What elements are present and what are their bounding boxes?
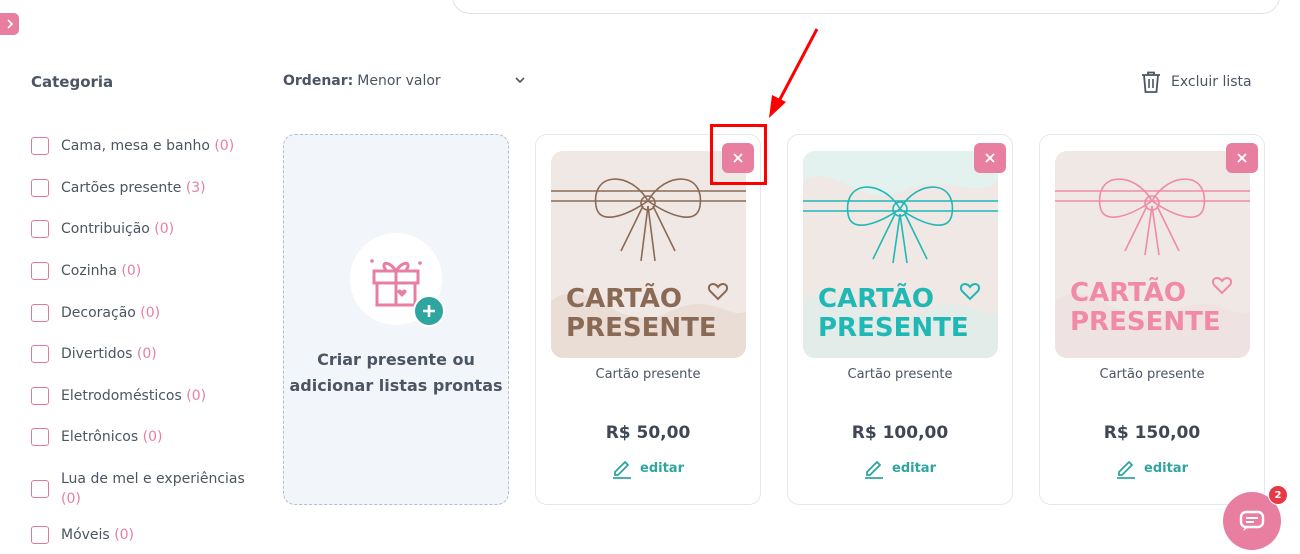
category-label: Móveis xyxy=(61,527,110,543)
category-checkbox[interactable] xyxy=(31,480,49,498)
edit-label: editar xyxy=(1144,460,1188,476)
category-item[interactable]: Contribuição (0) xyxy=(31,219,174,239)
product-price: R$ 150,00 xyxy=(1103,423,1201,443)
category-checkbox[interactable] xyxy=(31,179,49,197)
category-item[interactable]: Eletrodomésticos (0) xyxy=(31,386,206,406)
category-count: (0) xyxy=(136,346,157,362)
category-checkbox[interactable] xyxy=(31,526,49,544)
category-title: Categoria xyxy=(31,73,114,91)
remove-product-button[interactable] xyxy=(974,143,1006,173)
category-count: (0) xyxy=(114,527,135,543)
category-label: Decoração xyxy=(61,305,136,321)
category-checkbox[interactable] xyxy=(31,137,49,155)
expand-sidebar-button[interactable] xyxy=(0,13,19,35)
category-count: (3) xyxy=(185,180,206,196)
category-count: (0) xyxy=(121,263,142,279)
card-image-line1: CARTÃO xyxy=(566,282,682,314)
category-count: (0) xyxy=(186,388,207,404)
category-checkbox[interactable] xyxy=(31,304,49,322)
delete-list-label: Excluir lista xyxy=(1171,74,1252,90)
product-card[interactable]: CARTÃO PRESENTE Cartão presente R$ 100,0… xyxy=(787,134,1013,505)
category-item[interactable]: Decoração (0) xyxy=(31,303,160,323)
create-gift-label: Criar presente ou adicionar listas pront… xyxy=(289,350,503,395)
sort-label: Ordenar: xyxy=(283,73,354,89)
category-count: (0) xyxy=(142,429,163,445)
chevron-down-icon[interactable] xyxy=(512,72,528,88)
close-icon xyxy=(985,153,995,163)
category-count: (0) xyxy=(61,491,81,507)
category-label: Eletrodomésticos xyxy=(61,388,182,404)
product-card[interactable]: CARTÃO PRESENTE Cartão presente R$ 150,0… xyxy=(1039,134,1265,505)
category-count: (0) xyxy=(154,221,175,237)
category-count: (0) xyxy=(140,305,161,321)
category-item[interactable]: Cama, mesa e banho (0) xyxy=(31,136,234,156)
sort-dropdown[interactable]: Ordenar: Menor valor xyxy=(283,73,441,89)
category-item[interactable]: Móveis (0) xyxy=(31,525,134,545)
category-item[interactable]: Divertidos (0) xyxy=(31,344,157,364)
category-item[interactable]: Cozinha (0) xyxy=(31,261,141,281)
category-checkbox[interactable] xyxy=(31,220,49,238)
card-image-line1: CARTÃO xyxy=(1070,276,1186,308)
category-label: Cozinha xyxy=(61,263,117,279)
pencil-icon xyxy=(865,460,883,479)
product-price: R$ 50,00 xyxy=(605,423,691,443)
trash-icon xyxy=(1142,71,1160,93)
edit-product-link[interactable]: editar xyxy=(788,457,1012,479)
product-image: CARTÃO PRESENTE xyxy=(1055,151,1250,358)
category-item[interactable]: Lua de mel e experiências (0) xyxy=(31,469,246,509)
chat-notification-badge: 2 xyxy=(1268,485,1288,505)
edit-label: editar xyxy=(640,460,684,476)
category-label: Cartões presente xyxy=(61,180,182,196)
category-checkbox[interactable] xyxy=(31,387,49,405)
product-name: Cartão presente xyxy=(595,367,701,382)
category-label: Lua de mel e experiências xyxy=(61,471,245,487)
card-image-line2: PRESENTE xyxy=(1070,307,1221,337)
plus-icon xyxy=(413,295,445,327)
chevron-right-icon xyxy=(6,19,13,29)
category-label: Cama, mesa e banho xyxy=(61,138,210,154)
product-image: CARTÃO PRESENTE xyxy=(803,151,998,358)
delete-list-button[interactable]: Excluir lista xyxy=(1140,70,1252,94)
product-name: Cartão presente xyxy=(1099,367,1205,382)
category-count: (0) xyxy=(214,138,235,154)
edit-label: editar xyxy=(892,460,936,476)
category-checkbox[interactable] xyxy=(31,345,49,363)
product-name: Cartão presente xyxy=(847,367,953,382)
category-checkbox[interactable] xyxy=(31,262,49,280)
search-bar[interactable] xyxy=(452,0,1280,14)
close-icon xyxy=(1237,153,1247,163)
chat-icon xyxy=(1239,510,1265,531)
product-card[interactable]: CARTÃO PRESENTE Cartão presente R$ 50,00… xyxy=(535,134,761,505)
annotation-arrow-icon xyxy=(769,28,819,118)
card-image-line1: CARTÃO xyxy=(818,282,934,314)
remove-product-button[interactable] xyxy=(1226,143,1258,173)
card-image-line2: PRESENTE xyxy=(818,313,969,343)
pencil-icon xyxy=(613,460,631,479)
category-item[interactable]: Eletrônicos (0) xyxy=(31,427,162,447)
sort-value: Menor valor xyxy=(357,73,441,89)
create-gift-card[interactable]: Criar presente ou adicionar listas pront… xyxy=(283,134,509,505)
product-price: R$ 100,00 xyxy=(851,423,949,443)
category-label: Eletrônicos xyxy=(61,429,139,445)
category-label: Divertidos xyxy=(61,346,133,362)
edit-product-link[interactable]: editar xyxy=(1040,457,1264,479)
edit-product-link[interactable]: editar xyxy=(536,457,760,479)
category-checkbox[interactable] xyxy=(31,428,49,446)
annotation-highlight-box xyxy=(710,124,767,185)
card-image-line2: PRESENTE xyxy=(566,313,717,343)
pencil-icon xyxy=(1117,460,1135,479)
category-label: Contribuição xyxy=(61,221,150,237)
category-item[interactable]: Cartões presente (3) xyxy=(31,178,206,198)
